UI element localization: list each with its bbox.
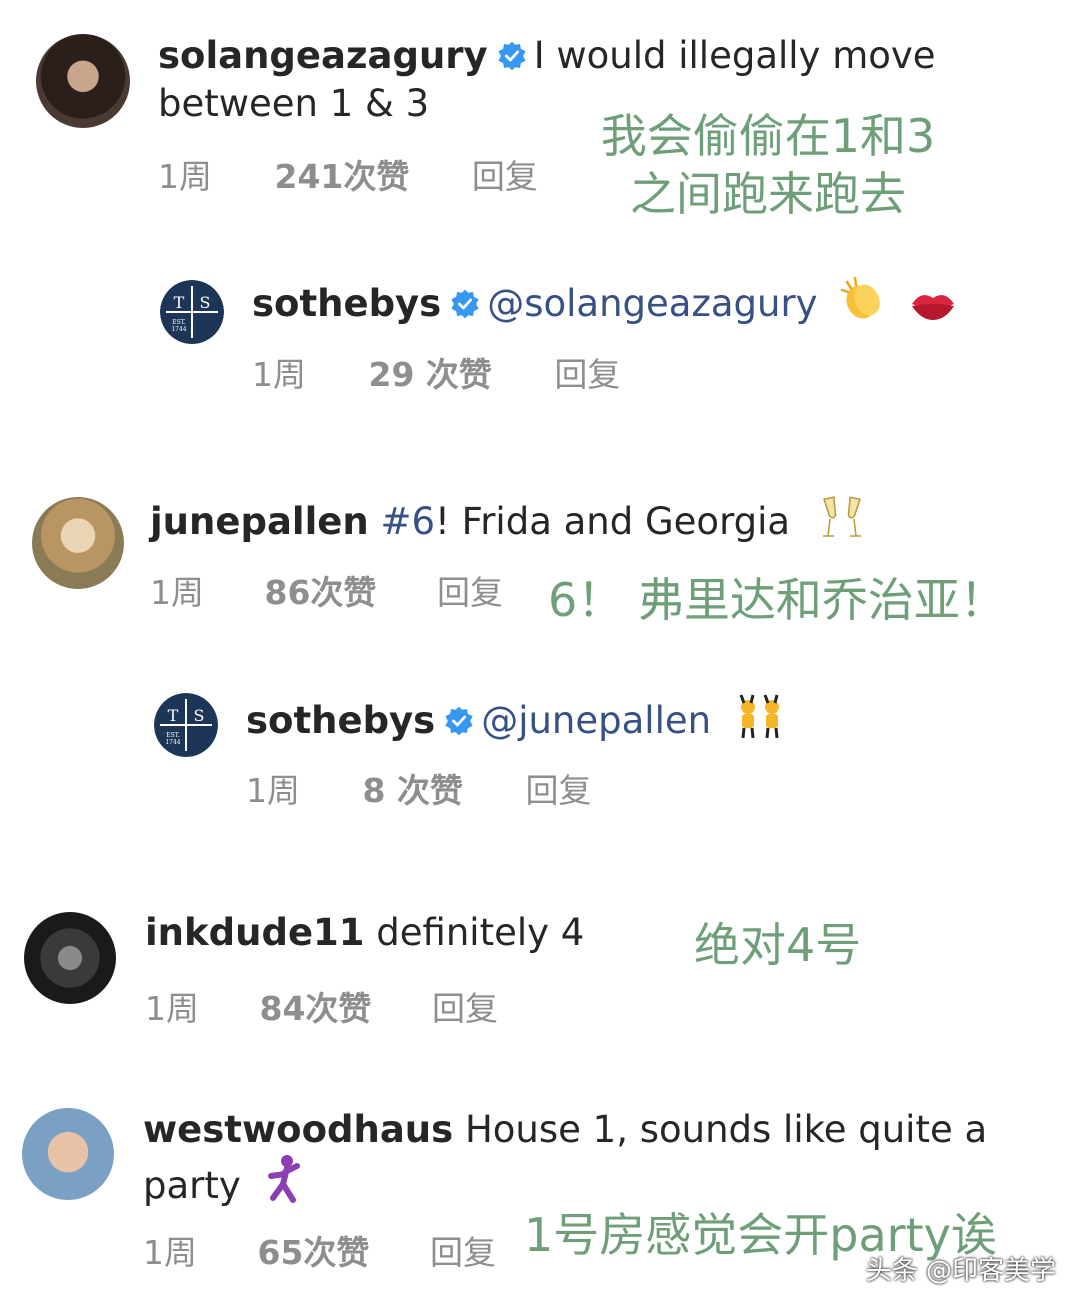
timestamp: 1周 <box>145 989 199 1028</box>
mention-link[interactable]: @solangeazagury <box>487 282 817 325</box>
username-solangeazagury[interactable]: solangeazagury <box>158 34 488 77</box>
svg-text:T: T <box>168 706 179 725</box>
comment-text: I would illegally move <box>533 34 936 77</box>
like-count[interactable]: 241次赞 <box>275 150 410 198</box>
svg-text:EST.: EST. <box>166 732 180 739</box>
svg-text:T: T <box>174 293 185 312</box>
comment-meta: 1周 65次赞 回复 <box>143 1226 496 1274</box>
comment-text-continued: party <box>143 1164 241 1207</box>
avatar-sothebys[interactable]: T S EST. 1744 <box>160 280 224 344</box>
verified-badge-icon <box>443 705 475 737</box>
username-junepallen[interactable]: junepallen <box>150 500 369 543</box>
comment-meta: 1周 84次赞 回复 <box>145 982 498 1030</box>
reply-button[interactable]: 回复 <box>554 348 620 396</box>
verified-badge-icon <box>496 40 528 72</box>
avatar-solangeazagury[interactable] <box>36 34 130 128</box>
like-count[interactable]: 65次赞 <box>258 1226 370 1274</box>
reply-button[interactable]: 回复 <box>430 1226 496 1274</box>
man-dancing-icon <box>263 1154 303 1215</box>
timestamp: 1周 <box>252 355 306 394</box>
people-with-bunny-ears-icon <box>733 691 787 750</box>
username-sothebys[interactable]: sothebys <box>246 699 435 742</box>
comment-meta: 1周 241次赞 回复 <box>158 150 538 198</box>
timestamp: 1周 <box>246 771 300 810</box>
svg-text:1744: 1744 <box>171 326 186 333</box>
avatar-westwoodhaus[interactable] <box>22 1108 114 1200</box>
avatar-inkdude11[interactable] <box>24 912 116 1004</box>
comment-text-continued: between 1 & 3 <box>158 82 430 125</box>
kiss-mark-icon <box>909 286 957 333</box>
comment-text: House 1, sounds like quite a <box>464 1108 988 1151</box>
reply-button[interactable]: 回复 <box>472 150 538 198</box>
reply-button[interactable]: 回复 <box>525 764 591 812</box>
timestamp: 1周 <box>150 573 204 612</box>
sothebys-logo-icon: T S EST. 1744 <box>160 280 224 344</box>
comment-text: ! Frida and Georgia <box>435 500 791 543</box>
timestamp: 1周 <box>158 157 212 196</box>
clinking-glasses-icon <box>820 494 864 551</box>
clapping-hands-icon <box>839 276 887 333</box>
reply-button[interactable]: 回复 <box>437 566 503 614</box>
like-count[interactable]: 29 次赞 <box>369 348 492 396</box>
username-inkdude11[interactable]: inkdude11 <box>145 911 365 954</box>
hashtag-link[interactable]: #6 <box>380 500 435 543</box>
translation-annotation: 6！ 弗里达和乔治亚！ <box>548 573 1006 627</box>
translation-annotation: 绝对4号 <box>694 918 862 972</box>
like-count[interactable]: 86次赞 <box>265 566 377 614</box>
avatar-junepallen[interactable] <box>32 497 124 589</box>
translation-annotation: 我会偷偷在1和3 之间跑来跑去 <box>600 109 936 221</box>
svg-text:S: S <box>194 706 205 725</box>
like-count[interactable]: 8 次赞 <box>363 764 463 812</box>
comment-meta: 1周 8 次赞 回复 <box>246 764 591 812</box>
svg-text:EST.: EST. <box>172 319 186 326</box>
comment-meta: 1周 86次赞 回复 <box>150 566 503 614</box>
mention-link[interactable]: @junepallen <box>481 699 711 742</box>
reply-button[interactable]: 回复 <box>432 982 498 1030</box>
sothebys-logo-icon: T S EST. 1744 <box>154 693 218 757</box>
like-count[interactable]: 84次赞 <box>260 982 372 1030</box>
svg-text:1744: 1744 <box>165 739 180 746</box>
username-sothebys[interactable]: sothebys <box>252 282 441 325</box>
svg-text:S: S <box>200 293 211 312</box>
watermark: 头条 @印客美学 <box>865 1256 1056 1286</box>
comment-meta: 1周 29 次赞 回复 <box>252 348 620 396</box>
avatar-sothebys[interactable]: T S EST. 1744 <box>154 693 218 757</box>
verified-badge-icon <box>449 288 481 320</box>
timestamp: 1周 <box>143 1233 197 1272</box>
username-westwoodhaus[interactable]: westwoodhaus <box>143 1108 453 1151</box>
comment-text: definitely 4 <box>376 911 585 954</box>
